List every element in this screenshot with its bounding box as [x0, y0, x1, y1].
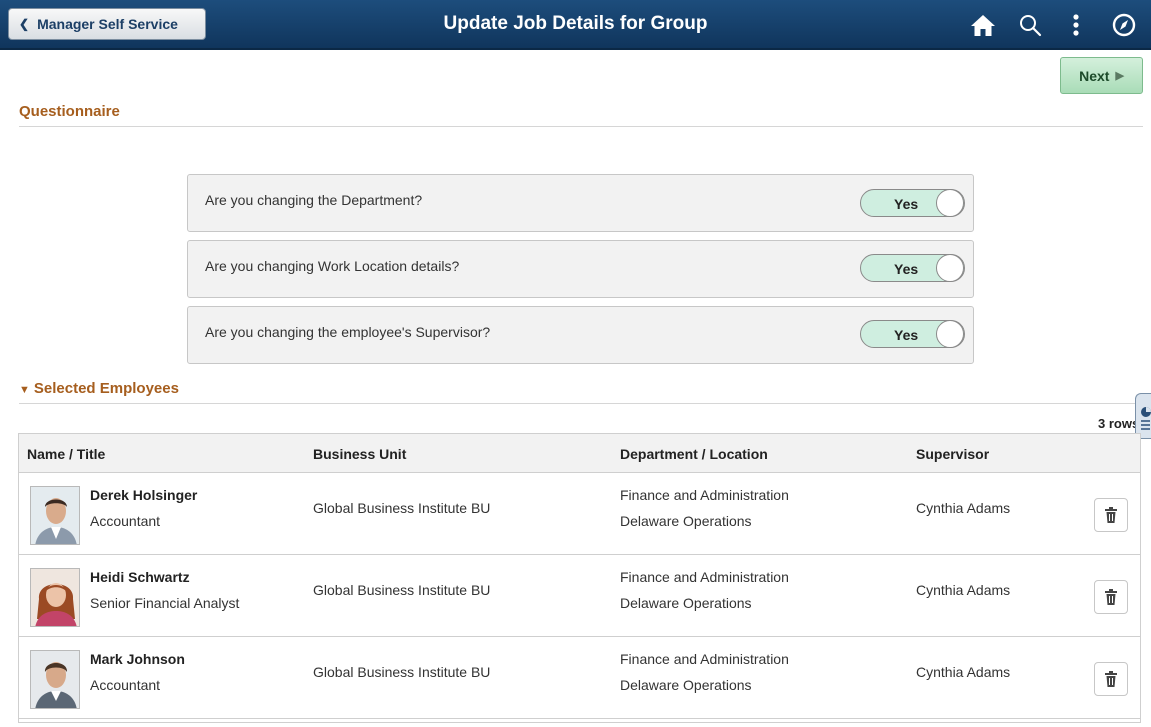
trash-icon — [1105, 589, 1117, 605]
column-header-business-unit: Business Unit — [313, 446, 407, 462]
delete-row-button[interactable] — [1094, 498, 1128, 532]
selected-employees-heading[interactable]: ▼ Selected Employees — [19, 380, 1143, 404]
grid-header: Name / Title Business Unit Department / … — [19, 434, 1140, 473]
business-unit: Global Business Institute BU — [313, 664, 491, 680]
employee-photo — [30, 568, 80, 627]
employee-title: Accountant — [90, 513, 161, 529]
department: Finance and Administration — [620, 569, 789, 585]
chevron-right-icon: ▶ — [1115, 70, 1124, 82]
business-unit: Global Business Institute BU — [313, 582, 491, 598]
trash-icon — [1105, 671, 1117, 687]
delete-row-button[interactable] — [1094, 580, 1128, 614]
collapse-triangle-icon: ▼ — [19, 384, 30, 396]
back-button[interactable]: ❮ Manager Self Service — [8, 8, 206, 40]
employee-name: Mark Johnson — [90, 651, 185, 667]
supervisor: Cynthia Adams — [916, 664, 1011, 680]
back-button-label: Manager Self Service — [37, 16, 178, 32]
location-toggle[interactable]: Yes — [860, 254, 965, 282]
business-unit: Global Business Institute BU — [313, 500, 491, 516]
employees-grid: Name / Title Business Unit Department / … — [18, 433, 1141, 723]
toggle-knob — [936, 254, 964, 282]
delete-row-button[interactable] — [1094, 662, 1128, 696]
next-button[interactable]: Next ▶ — [1060, 57, 1143, 94]
question-row-supervisor: Are you changing the employee's Supervis… — [187, 306, 974, 364]
employee-title: Senior Financial Analyst — [90, 595, 240, 611]
next-button-label: Next — [1079, 67, 1110, 84]
questionnaire-heading: Questionnaire — [19, 103, 1143, 127]
column-header-name: Name / Title — [27, 446, 106, 462]
location: Delaware Operations — [620, 513, 752, 529]
supervisor: Cynthia Adams — [916, 500, 1011, 516]
department-toggle[interactable]: Yes — [860, 189, 965, 217]
employee-photo — [30, 650, 80, 709]
home-icon[interactable] — [966, 8, 1000, 42]
question-row-location: Are you changing Work Location details? … — [187, 240, 974, 298]
employee-name: Derek Holsinger — [90, 487, 198, 503]
table-row: Derek Holsinger Accountant Global Busine… — [19, 473, 1140, 555]
actions-menu-icon[interactable] — [1059, 8, 1093, 42]
column-header-department: Department / Location — [620, 446, 768, 462]
header-banner: ❮ Manager Self Service Update Job Detail… — [0, 0, 1151, 50]
employee-photo — [30, 486, 80, 545]
chevron-left-icon: ❮ — [19, 17, 30, 31]
location: Delaware Operations — [620, 595, 752, 611]
toggle-label: Yes — [894, 261, 919, 277]
department: Finance and Administration — [620, 487, 789, 503]
table-row: Heidi Schwartz Senior Financial Analyst … — [19, 555, 1140, 637]
trash-icon — [1105, 507, 1117, 523]
toggle-label: Yes — [894, 327, 919, 343]
location: Delaware Operations — [620, 677, 752, 693]
toggle-knob — [936, 189, 964, 217]
toggle-label: Yes — [894, 196, 919, 212]
row-count: 3 rows — [1098, 416, 1140, 431]
table-row: Mark Johnson Accountant Global Business … — [19, 637, 1140, 719]
question-text: Are you changing the employee's Supervis… — [205, 324, 491, 340]
question-text: Are you changing the Department? — [205, 192, 423, 208]
selected-employees-label: Selected Employees — [33, 380, 179, 397]
toggle-knob — [936, 320, 964, 348]
department: Finance and Administration — [620, 651, 789, 667]
employee-title: Accountant — [90, 677, 161, 693]
supervisor-toggle[interactable]: Yes — [860, 320, 965, 348]
question-text: Are you changing Work Location details? — [205, 258, 460, 274]
supervisor: Cynthia Adams — [916, 582, 1011, 598]
question-row-department: Are you changing the Department? Yes — [187, 174, 974, 232]
navbar-compass-icon[interactable] — [1107, 8, 1141, 42]
column-header-supervisor: Supervisor — [916, 446, 990, 462]
search-icon[interactable] — [1013, 8, 1047, 42]
employee-name: Heidi Schwartz — [90, 569, 190, 585]
